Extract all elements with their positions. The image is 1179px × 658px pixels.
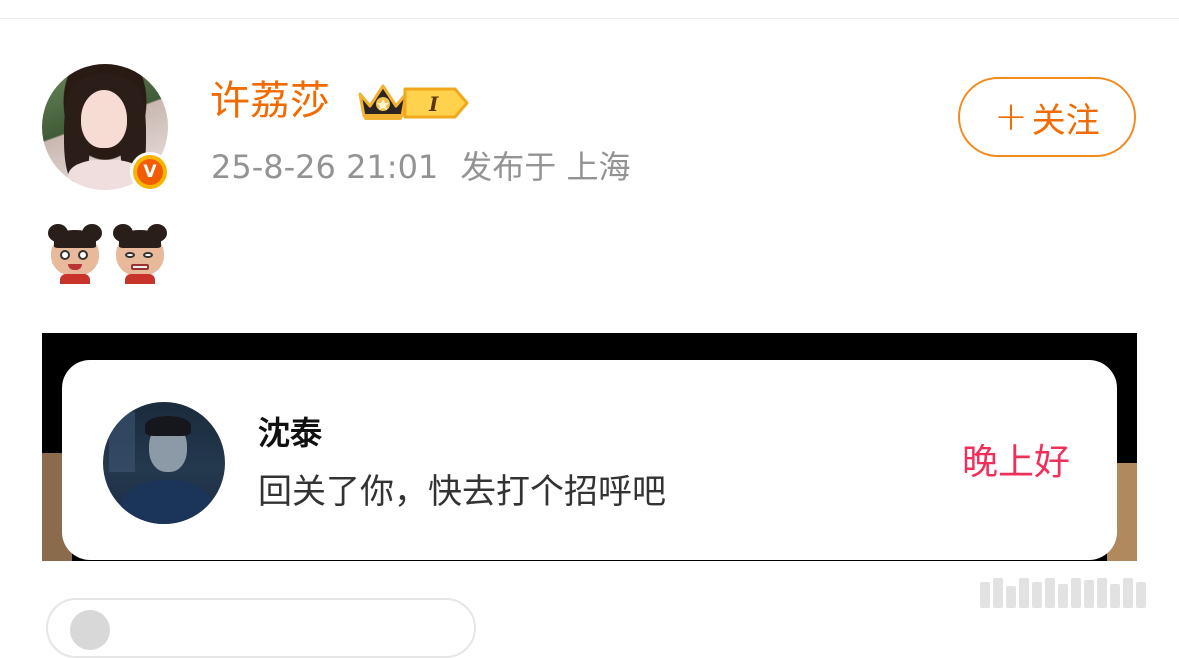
crown-icon <box>358 84 408 120</box>
follow-back-notification: 沈泰 回关了你，快去打个招呼吧 晚上好 <box>62 360 1117 560</box>
notification-message: 回关了你，快去打个招呼吧 <box>258 472 666 512</box>
nezha-grimace-icon <box>113 224 167 284</box>
author-name[interactable]: 许荔莎 <box>210 76 330 126</box>
nezha-smile-icon <box>48 224 102 284</box>
watermark-logo <box>980 574 1170 608</box>
verified-badge-label: V <box>137 159 163 185</box>
greet-action: 晚上好 <box>962 442 1071 483</box>
follow-button-label: 关注 <box>1031 100 1100 141</box>
post-location: 发布于 上海 <box>460 148 631 186</box>
member-level-label: I <box>428 92 439 116</box>
sender-avatar <box>103 402 225 524</box>
top-divider <box>0 18 1179 19</box>
repost-preview-pill[interactable] <box>46 598 476 658</box>
member-level-badge: I <box>403 87 469 119</box>
verified-badge-icon: V <box>130 152 170 192</box>
repost-avatar <box>70 610 110 650</box>
plus-icon: + <box>994 94 1028 140</box>
post-timestamp: 25-8-26 21:01 <box>211 148 439 186</box>
sender-name: 沈泰 <box>258 414 323 452</box>
post-image[interactable]: 沈泰 回关了你，快去打个招呼吧 晚上好 <box>42 333 1137 561</box>
post-meta: 25-8-26 21:01 发布于 上海 <box>211 146 630 188</box>
follow-button[interactable]: + 关注 <box>958 77 1136 157</box>
